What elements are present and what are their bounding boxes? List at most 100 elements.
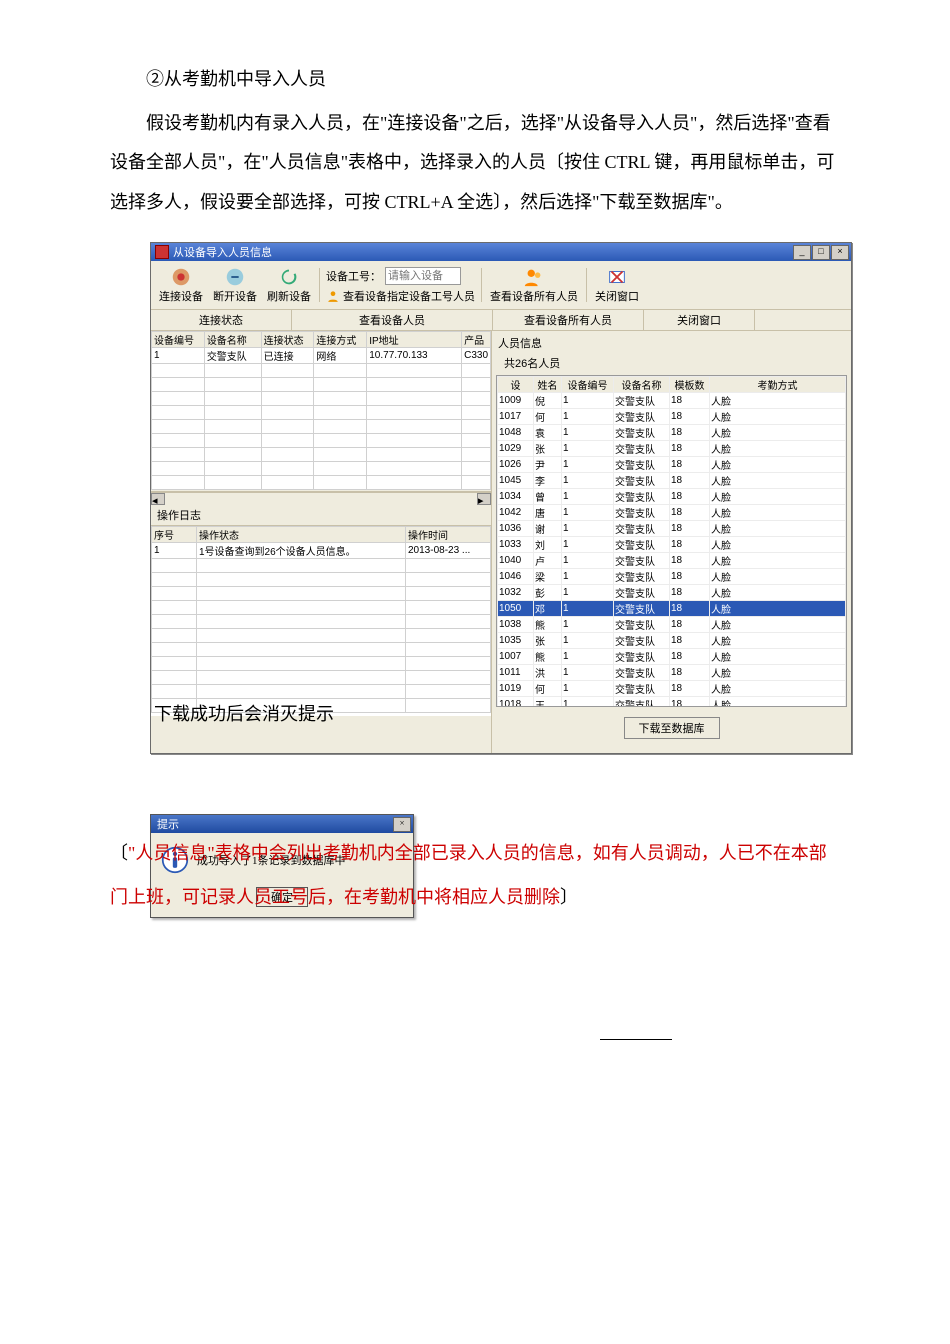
person-row[interactable]: 1042唐1交警支队18人脸 — [498, 505, 846, 521]
device-grid[interactable]: 设备编号 设备名称 连接状态 连接方式 IP地址 产品 1 交警支队 已连接 网… — [151, 331, 491, 490]
person-cell: 18 — [670, 601, 710, 617]
pg-h3[interactable]: 设备编号 — [562, 377, 614, 393]
person-cell: 1 — [562, 569, 614, 585]
person-row[interactable]: 1034曾1交警支队18人脸 — [498, 489, 846, 505]
person-cell: 人脸 — [710, 633, 846, 649]
person-cell: 交警支队 — [614, 553, 670, 569]
overlay-note: 下载成功后会消灭提示 — [150, 700, 338, 726]
person-cell: 18 — [670, 521, 710, 537]
person-row[interactable]: 1036谢1交警支队18人脸 — [498, 521, 846, 537]
person-row[interactable]: 1017何1交警支队18人脸 — [498, 409, 846, 425]
person-cell: 人脸 — [710, 457, 846, 473]
person-cell: 1 — [562, 601, 614, 617]
titlebar[interactable]: 从设备导入人员信息 _ □ × — [151, 243, 851, 261]
minimize-button[interactable]: _ — [793, 245, 811, 260]
connect-icon — [170, 266, 192, 288]
person-cell: 唐 — [534, 505, 562, 521]
dg-h1[interactable]: 设备编号 — [152, 332, 205, 348]
device-row[interactable]: 1 交警支队 已连接 网络 10.77.70.133 C330 — [152, 348, 491, 364]
dg-h4[interactable]: 连接方式 — [314, 332, 367, 348]
person-cell: 1 — [562, 521, 614, 537]
person-cell: 1046 — [498, 569, 534, 585]
dg-h2[interactable]: 设备名称 — [204, 332, 261, 348]
pg-h4[interactable]: 设备名称 — [614, 377, 670, 393]
person-row[interactable]: 1033刘1交警支队18人脸 — [498, 537, 846, 553]
person-row[interactable]: 1032彭1交警支队18人脸 — [498, 585, 846, 601]
person-row[interactable]: 1026尹1交警支队18人脸 — [498, 457, 846, 473]
lg-h1[interactable]: 序号 — [152, 527, 197, 543]
person-row[interactable]: 1011洪1交警支队18人脸 — [498, 665, 846, 681]
seg-close: 关闭窗口 — [644, 310, 755, 330]
person-cell: 交警支队 — [614, 457, 670, 473]
maximize-button[interactable]: □ — [812, 245, 830, 260]
lg-c3: 2013-08-23 ... — [406, 543, 491, 559]
pg-h6[interactable]: 考勤方式 — [710, 377, 846, 393]
person-cell: 18 — [670, 569, 710, 585]
person-grid[interactable]: 设 姓名 设备编号 设备名称 模板数 考勤方式 1009倪1交警支队18人脸10… — [497, 376, 846, 707]
person-cell: 18 — [670, 681, 710, 697]
lg-h3[interactable]: 操作时间 — [406, 527, 491, 543]
download-button[interactable]: 下载至数据库 — [624, 717, 720, 739]
person-cell: 1040 — [498, 553, 534, 569]
person-cell: 18 — [670, 585, 710, 601]
hscrollbar[interactable]: ◂▸ — [151, 492, 491, 505]
log-grid[interactable]: 序号 操作状态 操作时间 1 1号设备查询到26个设备人员信息。 2013-08… — [151, 526, 491, 713]
seg-view-all: 查看设备所有人员 — [493, 310, 644, 330]
connect-button[interactable]: 连接设备 — [157, 265, 205, 305]
person-row[interactable]: 1038熊1交警支队18人脸 — [498, 617, 846, 633]
close-window-button[interactable]: 关闭窗口 — [593, 265, 641, 305]
dg-c5: 10.77.70.133 — [367, 348, 462, 364]
red-prefix: 〔 — [110, 843, 128, 863]
person-row[interactable]: 1048袁1交警支队18人脸 — [498, 425, 846, 441]
person-cell: 1034 — [498, 489, 534, 505]
person-cell: 1 — [562, 457, 614, 473]
lg-c2: 1号设备查询到26个设备人员信息。 — [197, 543, 406, 559]
person-cell: 交警支队 — [614, 393, 670, 409]
person-row[interactable]: 1050邓1交警支队18人脸 — [498, 601, 846, 617]
person-cell: 人脸 — [710, 601, 846, 617]
person-cell: 交警支队 — [614, 521, 670, 537]
pg-h2[interactable]: 姓名 — [534, 377, 562, 393]
doc-line-1: ②从考勤机中导入人员 — [110, 60, 840, 100]
person-cell: 1 — [562, 473, 614, 489]
person-cell: 1 — [562, 697, 614, 708]
person-row[interactable]: 1040卢1交警支队18人脸 — [498, 553, 846, 569]
person-cell: 人脸 — [710, 553, 846, 569]
view-by-no-button[interactable]: 查看设备指定设备工号人员 — [343, 288, 475, 304]
person-row[interactable]: 1009倪1交警支队18人脸 — [498, 393, 846, 409]
person-row[interactable]: 1045李1交警支队18人脸 — [498, 473, 846, 489]
person-row[interactable]: 1035张1交警支队18人脸 — [498, 633, 846, 649]
person-cell: 18 — [670, 537, 710, 553]
person-cell: 18 — [670, 425, 710, 441]
pg-h1[interactable]: 设 — [498, 377, 534, 393]
lg-h2[interactable]: 操作状态 — [197, 527, 406, 543]
log-row[interactable]: 1 1号设备查询到26个设备人员信息。 2013-08-23 ... — [152, 543, 491, 559]
wclose-button[interactable]: × — [831, 245, 849, 260]
person-cell: 何 — [534, 681, 562, 697]
person-row[interactable]: 1019何1交警支队18人脸 — [498, 681, 846, 697]
person-cell: 1029 — [498, 441, 534, 457]
person-cell: 1048 — [498, 425, 534, 441]
disconnect-icon — [224, 266, 246, 288]
person-cell: 交警支队 — [614, 537, 670, 553]
dg-h3[interactable]: 连接状态 — [261, 332, 314, 348]
disconnect-button[interactable]: 断开设备 — [211, 265, 259, 305]
person-row[interactable]: 1046梁1交警支队18人脸 — [498, 569, 846, 585]
refresh-button[interactable]: 刷新设备 — [265, 265, 313, 305]
person-cell: 人脸 — [710, 617, 846, 633]
person-row[interactable]: 1018王1交警支队18人脸 — [498, 697, 846, 708]
person-cell: 人脸 — [710, 505, 846, 521]
person-row[interactable]: 1029张1交警支队18人脸 — [498, 441, 846, 457]
person-cell: 袁 — [534, 425, 562, 441]
log-title: 操作日志 — [151, 505, 491, 526]
dg-h6[interactable]: 产品 — [462, 332, 491, 348]
devno-input[interactable] — [385, 267, 461, 285]
view-all-button[interactable]: 查看设备所有人员 — [488, 265, 580, 305]
person-cell: 1 — [562, 553, 614, 569]
red-text: "人员信息"表格中会列出考勤机内全部已录入人员的信息，如有人员调动，人已不在本部… — [110, 843, 827, 906]
person-cell: 1011 — [498, 665, 534, 681]
dg-h5[interactable]: IP地址 — [367, 332, 462, 348]
person-cell: 1 — [562, 617, 614, 633]
person-row[interactable]: 1007熊1交警支队18人脸 — [498, 649, 846, 665]
pg-h5[interactable]: 模板数 — [670, 377, 710, 393]
